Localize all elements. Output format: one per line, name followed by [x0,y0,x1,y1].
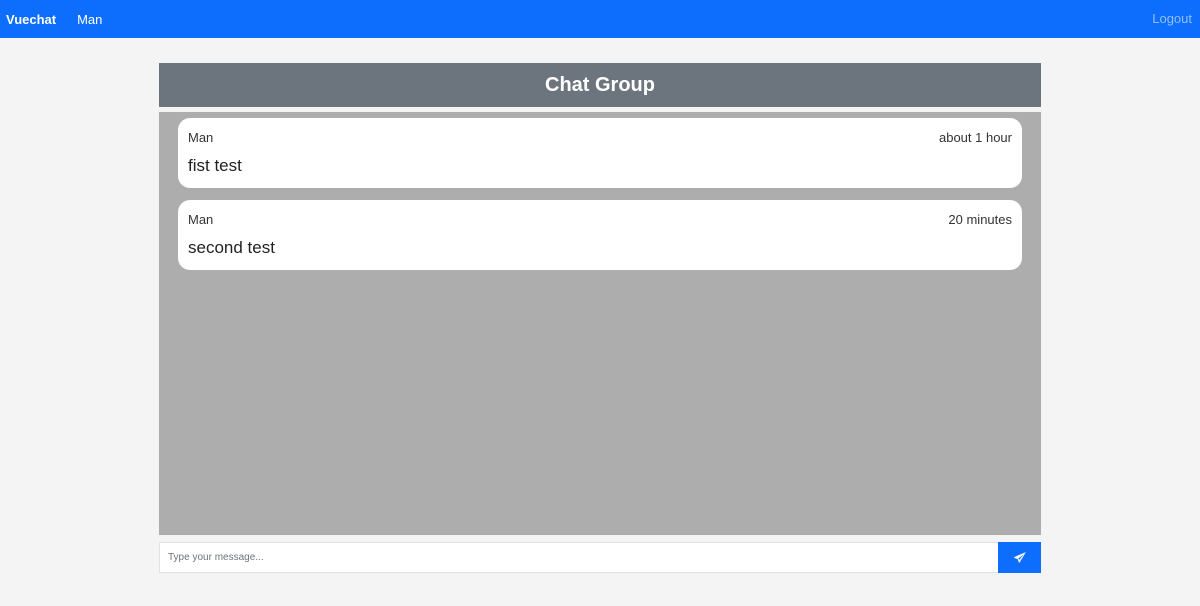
nav-user-link[interactable]: Man [77,12,102,27]
message-author: Man [188,212,214,227]
message-text: second test [188,238,275,257]
chat-header: Chat Group [159,63,1041,107]
chat-messages[interactable]: Man about 1 hour fist test Man 20 minute… [159,112,1041,535]
paper-plane-icon [1013,551,1026,563]
message-input[interactable] [159,542,998,573]
chat-title: Chat Group [545,73,655,96]
message-card: Man about 1 hour fist test [178,118,1022,188]
brand-link[interactable]: Vuechat [6,12,56,27]
message-card: Man 20 minutes second test [178,200,1022,270]
send-button[interactable] [998,542,1041,573]
message-time: about 1 hour [938,130,1012,145]
message-composer [159,542,1041,573]
message-text: fist test [188,156,242,175]
message-author: Man [188,130,214,145]
logout-link[interactable]: Logout [1152,11,1192,26]
navbar: Vuechat Man Logout [0,0,1200,38]
message-time: 20 minutes [948,212,1012,227]
